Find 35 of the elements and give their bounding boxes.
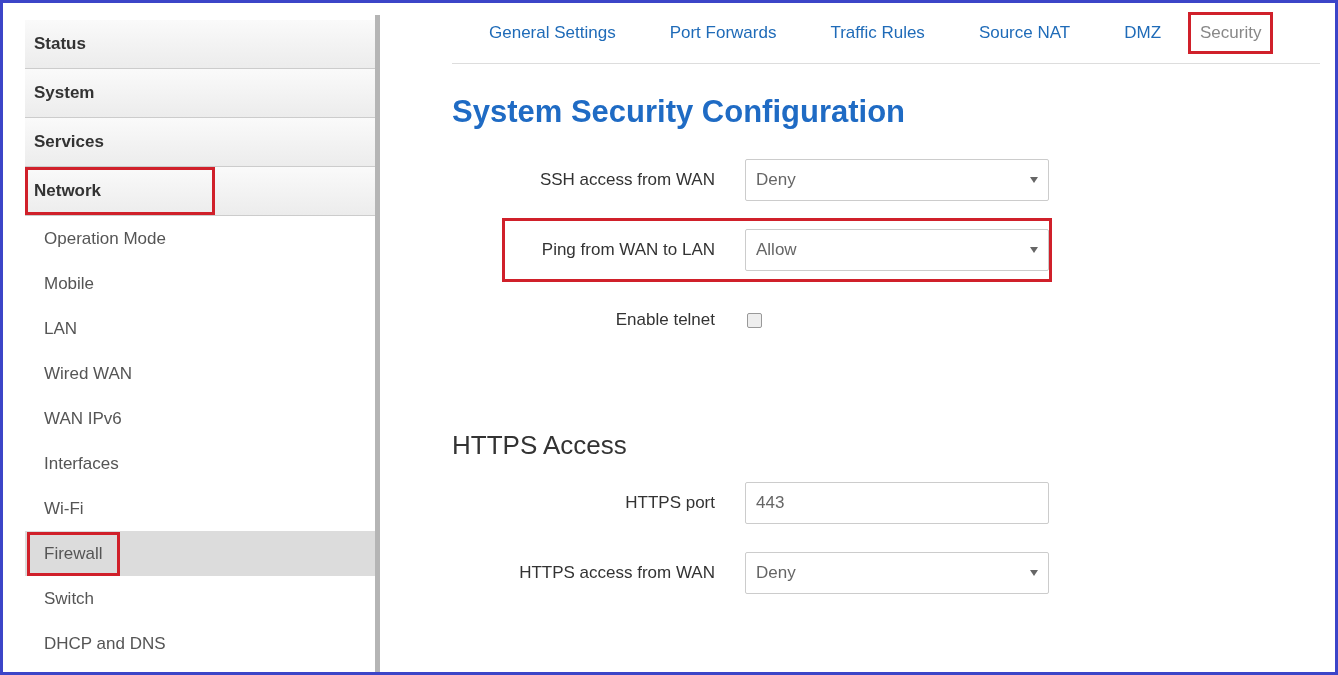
tab[interactable]: DMZ <box>1097 12 1189 54</box>
field-label: SSH access from WAN <box>538 170 716 190</box>
sidebar-subitem[interactable]: Firewall <box>25 531 375 576</box>
sidebar-subitem[interactable]: DHCP and DNS <box>25 621 375 666</box>
sidebar-subitem[interactable]: Switch <box>25 576 375 621</box>
field-label: Enable telnet <box>614 310 716 330</box>
tab[interactable]: Security <box>1188 12 1274 54</box>
tab[interactable]: General Settings <box>462 12 643 54</box>
sidebar-item[interactable]: Services <box>25 118 375 167</box>
sidebar-subitem[interactable]: Operation Mode <box>25 216 375 261</box>
sidebar-item[interactable]: Status <box>25 20 375 69</box>
caret-icon <box>1030 570 1038 576</box>
sidebar-item[interactable]: System <box>25 69 375 118</box>
sidebar-subitem[interactable]: WAN IPv6 <box>25 396 375 441</box>
tab[interactable]: Traffic Rules <box>803 12 952 54</box>
sidebar-subitem[interactable]: Wi-Fi <box>25 486 375 531</box>
sidebar-subitem[interactable]: Interfaces <box>25 441 375 486</box>
sidebar-subitem[interactable]: Wired WAN <box>25 351 375 396</box>
field-label: HTTPS port <box>624 493 716 513</box>
tab[interactable]: Port Forwards <box>642 12 804 54</box>
dropdown[interactable]: Allow <box>745 229 1049 271</box>
sidebar-subitem[interactable]: LAN <box>25 306 375 351</box>
section-title: HTTPS Access <box>452 430 628 461</box>
sidebar-subitem[interactable]: Mobile <box>25 261 375 306</box>
input-field[interactable]: 443 <box>745 482 1049 524</box>
field-label: Ping from WAN to LAN <box>540 240 716 260</box>
dropdown[interactable]: Deny <box>745 552 1049 594</box>
page-title: System Security Configuration <box>452 94 907 130</box>
caret-icon <box>1030 247 1038 253</box>
field-label: HTTPS access from WAN <box>518 563 716 583</box>
tab[interactable]: Source NAT <box>951 12 1098 54</box>
dropdown[interactable]: Deny <box>745 159 1049 201</box>
checkbox[interactable] <box>747 312 762 328</box>
caret-icon <box>1030 177 1038 183</box>
sidebar-item[interactable]: Network <box>25 167 375 216</box>
